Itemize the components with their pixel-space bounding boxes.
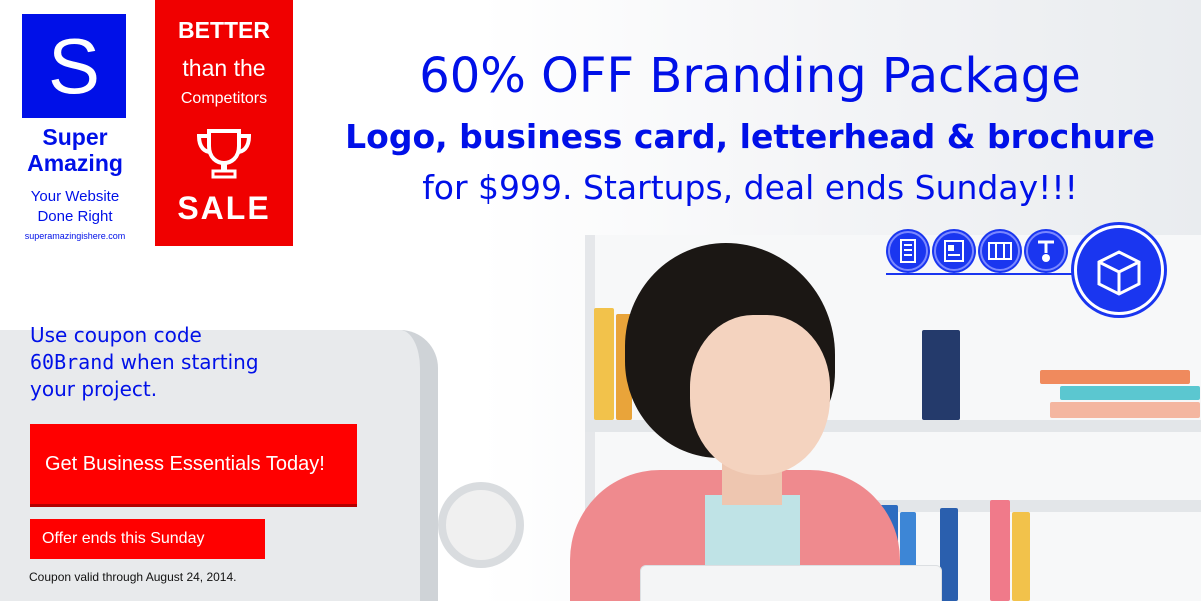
get-business-essentials-button[interactable]: Get Business Essentials Today! — [30, 424, 357, 504]
book — [940, 508, 958, 601]
business-card-icon — [934, 231, 974, 271]
brand-name-line1: Super — [42, 124, 108, 150]
letterhead-icon — [888, 231, 928, 271]
sale-badge: BETTER than the Competitors SALE — [155, 0, 293, 246]
book — [922, 330, 960, 420]
badge-sale: SALE — [177, 190, 271, 226]
package-box-icon — [1074, 225, 1164, 315]
brand-name-line2: Amazing — [27, 150, 123, 176]
book — [1060, 386, 1200, 400]
book — [1040, 370, 1190, 384]
laptop — [640, 565, 942, 601]
package-divider — [886, 273, 1076, 275]
ad-banner: S Super Amazing Your Website Done Right … — [0, 0, 1201, 601]
logo-mark[interactable]: S — [22, 14, 126, 118]
book — [1012, 512, 1030, 601]
coupon-code: 60Brand — [30, 350, 115, 374]
coupon-line1: Use coupon code — [30, 323, 202, 347]
brand-tagline-line2: Done Right — [37, 208, 113, 225]
badge-line1: BETTER — [178, 17, 270, 43]
brand-tagline-line1: Your Website — [30, 188, 120, 205]
brand-tagline: Your Website Done Right — [14, 187, 136, 227]
brand-url[interactable]: superamazingishere.com — [14, 231, 136, 242]
offer-ends-button[interactable]: Offer ends this Sunday — [30, 519, 265, 559]
brand-name: Super Amazing — [22, 124, 128, 176]
headline: 60% OFF Branding Package — [419, 48, 1081, 104]
subheadline-price: for $999. Startups, deal ends Sunday!!! — [422, 168, 1078, 207]
badge-line3: Competitors — [180, 90, 268, 107]
book — [1050, 402, 1200, 418]
subheadline: Logo, business card, letterhead & brochu… — [345, 117, 1155, 156]
trophy-icon — [196, 129, 252, 179]
coupon-line2: 60Brand when starting — [30, 349, 320, 376]
logo-stamp-icon — [1026, 231, 1066, 271]
book — [990, 500, 1010, 601]
fine-print: Coupon valid through August 24, 2014. — [29, 570, 237, 584]
coupon-line2-rest: when starting — [114, 350, 259, 374]
coupon-line3: your project. — [30, 377, 158, 401]
coupon-instructions: Use coupon code 60Brand when starting yo… — [30, 322, 320, 403]
person-face — [690, 315, 830, 475]
badge-line2: than the — [182, 55, 266, 81]
book — [594, 308, 614, 420]
alarm-clock — [438, 482, 524, 568]
brochure-icon — [980, 231, 1020, 271]
logo-letter: S — [47, 22, 101, 110]
